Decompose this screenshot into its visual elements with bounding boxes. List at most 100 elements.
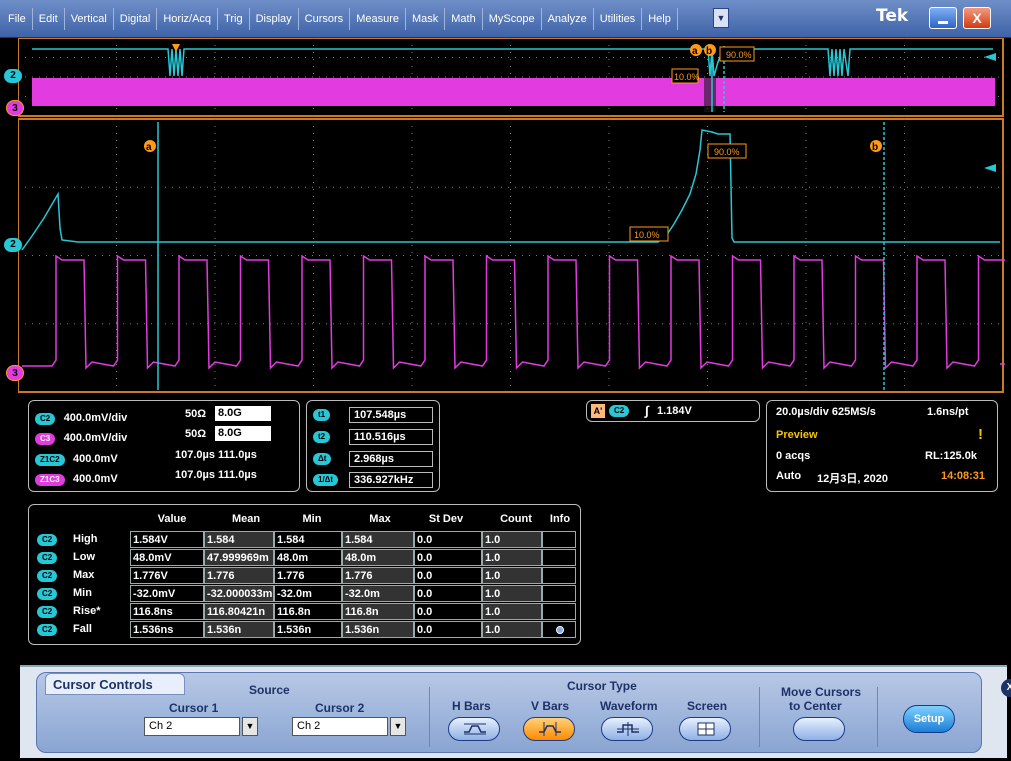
cursor1-source-select[interactable]: Ch 2 [144, 717, 240, 736]
measurement-info-cell [542, 549, 576, 566]
h-bars-label: H Bars [452, 699, 491, 713]
channel-readout[interactable]: C2 400.0mV/div 50Ω 8.0G C3 400.0mV/div 5… [28, 400, 300, 492]
ch2-bw-value: 8.0G [218, 407, 242, 419]
screen-button[interactable] [679, 717, 731, 741]
menu-analyze[interactable]: Analyze [542, 8, 594, 30]
measurement-cell-stdev: 0.0 [414, 549, 482, 566]
measurement-name[interactable]: Rise* [73, 605, 101, 617]
measurement-cell-mean: 1.584 [204, 531, 274, 548]
measurement-cell-min: 1.536n [274, 621, 342, 638]
cursor2-label: Cursor 2 [315, 701, 365, 715]
waveform-button[interactable] [601, 717, 653, 741]
measurement-cell-max: 1.584 [342, 531, 414, 548]
measurement-source-chip[interactable]: C2 [37, 588, 58, 600]
oscilloscope-app: File Edit Vertical Digital Horiz/Acq Tri… [0, 0, 1011, 761]
measurement-name[interactable]: Fall [73, 623, 92, 635]
menu-measure[interactable]: Measure [350, 8, 406, 30]
preview-mode: Preview [776, 429, 818, 441]
cursor-controls-panel: Cursor Controls Source Cursor 1 Ch 2 ▼ C… [20, 665, 1011, 758]
close-window-button[interactable]: X [963, 7, 991, 29]
cursor2-source-select[interactable]: Ch 2 [292, 717, 388, 736]
overview-zoom-window [704, 78, 716, 112]
ch2-bandwidth: 8.0G [215, 406, 271, 421]
menu-trig[interactable]: Trig [218, 8, 250, 30]
z1c2-chip[interactable]: Z1C2 [35, 454, 65, 466]
z1c3-scale: 400.0mV [73, 473, 118, 485]
divider-1 [429, 687, 430, 747]
menu-digital[interactable]: Digital [114, 8, 158, 30]
menu-display[interactable]: Display [250, 8, 299, 30]
trigger-a-badge: A' [591, 404, 605, 418]
measurement-cell-max: 48.0m [342, 549, 414, 566]
ch2-readout-row: C2 400.0mV/div [35, 408, 127, 426]
t1-value: 107.548µs [349, 407, 433, 423]
setup-button[interactable]: Setup [903, 705, 955, 733]
menu-help[interactable]: Help [642, 8, 678, 30]
measurement-cell-min: 1.776 [274, 567, 342, 584]
overview-ch2-marker-text: 2 [10, 70, 16, 81]
horizontal-readout[interactable]: 20.0µs/div 625MS/s 1.6ns/pt Preview ! 0 … [766, 400, 998, 492]
cursor1-dropdown-arrow[interactable]: ▼ [242, 717, 258, 736]
z1c3-chip[interactable]: Z1C3 [35, 474, 65, 486]
cursor-controls-title: Cursor Controls [45, 673, 185, 695]
ch3-bandwidth: 8.0G [215, 426, 271, 441]
zoom-ch2-marker[interactable]: 2 [4, 238, 22, 252]
measurement-cell-value: -32.0mV [130, 585, 204, 602]
measurement-name[interactable]: High [73, 533, 97, 545]
measurement-cell-value: 116.8ns [130, 603, 204, 620]
measurement-table[interactable]: Value Mean Min Max St Dev Count Info C2 H… [28, 504, 581, 645]
inv-delta-t-value: 336.927kHz [349, 472, 433, 488]
menu-math[interactable]: Math [445, 8, 483, 30]
move-cursors-to-center-button[interactable] [793, 717, 845, 741]
overview-ch3-marker[interactable]: 3 [6, 100, 24, 116]
acq-count: 0 acqs [776, 450, 811, 462]
menu-cursors[interactable]: Cursors [299, 8, 351, 30]
menu-horiz-acq[interactable]: Horiz/Acq [157, 8, 219, 30]
measurement-cell-min: -32.0m [274, 585, 342, 602]
trigger-readout[interactable]: A' C2 ∫ 1.184V [586, 400, 760, 422]
measurement-source-chip[interactable]: C2 [37, 552, 58, 564]
ch3-scale: 400.0mV/div [63, 432, 128, 444]
ch3-chip[interactable]: C3 [35, 433, 56, 445]
measurement-source-chip[interactable]: C2 [37, 606, 58, 618]
zoom-ch3-marker[interactable]: 3 [6, 365, 24, 381]
divider-2 [759, 687, 760, 747]
measurement-name[interactable]: Min [73, 587, 92, 599]
waveform-display[interactable]: 10.0% 90.0% a b a b 10.0% 90.0% [18, 38, 1005, 394]
panel-close-button[interactable]: X [1001, 679, 1011, 697]
measurement-name[interactable]: Max [73, 569, 94, 581]
measurement-cell-max: 116.8n [342, 603, 414, 620]
menu-mask[interactable]: Mask [406, 8, 446, 30]
cursor-readout[interactable]: t1 107.548µs t2 110.516µs Δt 2.968µs 1/Δ… [306, 400, 440, 492]
minimize-button[interactable] [929, 7, 957, 29]
trigger-source-chip: C2 [609, 405, 630, 417]
measurement-cell-value: 1.776V [130, 567, 204, 584]
chevron-down-icon: ▼ [393, 721, 403, 731]
measurement-info-cell [542, 567, 576, 584]
screen-cursor-icon [697, 722, 715, 736]
measurement-source-chip[interactable]: C2 [37, 534, 58, 546]
menu-dropdown-button[interactable]: ▼ [713, 8, 729, 28]
ch2-chip[interactable]: C2 [35, 413, 56, 425]
measurement-cell-mean: 1.776 [204, 567, 274, 584]
measurement-cell-count: 1.0 [482, 531, 542, 548]
timebase: 20.0µs/div 625MS/s [776, 406, 876, 418]
move-cursors-label-1: Move Cursors [781, 685, 862, 699]
measurement-info-cell [542, 585, 576, 602]
measurement-source-chip[interactable]: C2 [37, 624, 58, 636]
v-bars-button[interactable] [523, 717, 575, 741]
measurement-name[interactable]: Low [73, 551, 95, 563]
menu-myscope[interactable]: MyScope [483, 8, 542, 30]
h-bars-button[interactable] [448, 717, 500, 741]
menu-utilities[interactable]: Utilities [594, 8, 643, 30]
cursor2-dropdown-arrow[interactable]: ▼ [390, 717, 406, 736]
menu-vertical[interactable]: Vertical [65, 8, 114, 30]
waveform-cursor-icon [617, 722, 639, 736]
ch3-impedance: 50Ω [185, 428, 207, 440]
overview-ch2-marker[interactable]: 2 [4, 69, 22, 83]
measurement-source-chip[interactable]: C2 [37, 570, 58, 582]
waveform-label: Waveform [600, 699, 658, 713]
menu-edit[interactable]: Edit [33, 8, 65, 30]
info-indicator-icon[interactable] [556, 626, 564, 634]
menu-file[interactable]: File [0, 8, 33, 30]
